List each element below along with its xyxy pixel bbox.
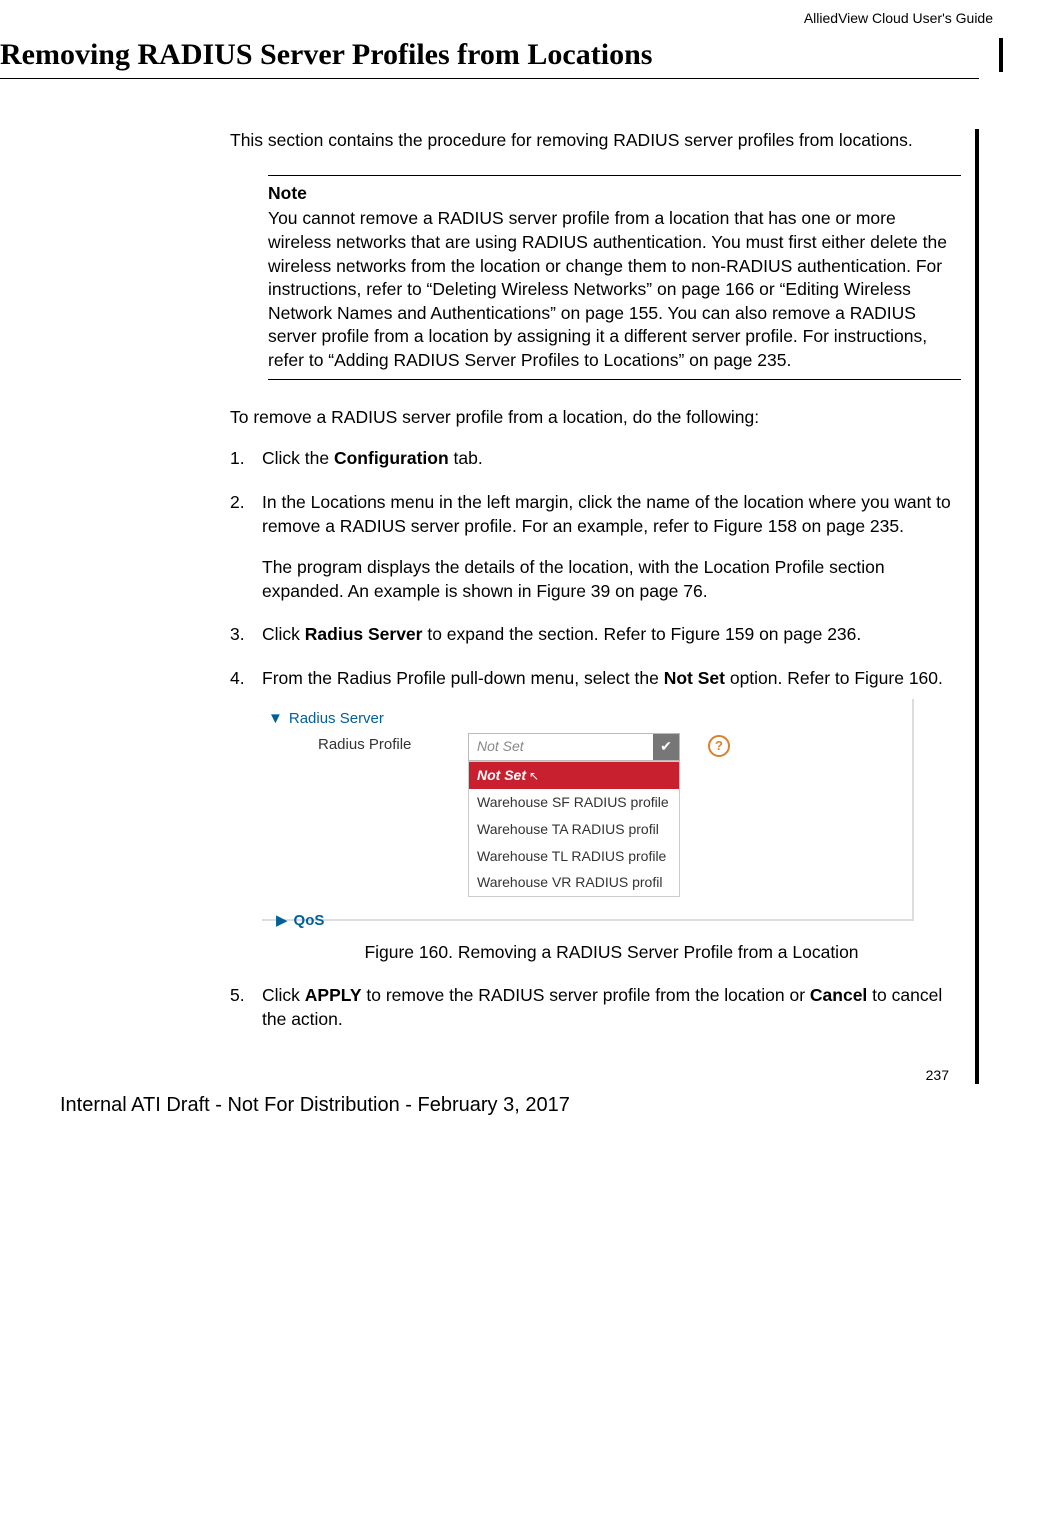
procedure-steps: Click the Configuration tab. In the Loca… (230, 447, 961, 1031)
header-guide-title: AlliedView Cloud User's Guide (0, 10, 993, 26)
note-container: Note You cannot remove a RADIUS server p… (268, 175, 961, 380)
step-4: From the Radius Profile pull-down menu, … (230, 667, 961, 964)
step-4-text-pre: From the Radius Profile pull-down menu, … (262, 668, 664, 688)
option-warehouse-sf[interactable]: Warehouse SF RADIUS profile (469, 789, 679, 816)
step-5: Click APPLY to remove the RADIUS server … (230, 984, 961, 1031)
step-4-text-post: option. Refer to Figure 160. (725, 668, 943, 688)
option-warehouse-vr[interactable]: Warehouse VR RADIUS profil (469, 869, 679, 896)
intro-paragraph: This section contains the procedure for … (230, 129, 961, 153)
step-3: Click Radius Server to expand the sectio… (230, 623, 961, 647)
figure-illustration: ▼ Radius Server Radius Profile Not Set ✔ (262, 699, 914, 921)
step-1-text-post: tab. (449, 448, 483, 468)
option-warehouse-ta[interactable]: Warehouse TA RADIUS profil (469, 816, 679, 843)
heading-rule (0, 78, 979, 79)
procedure-lead-in: To remove a RADIUS server profile from a… (230, 406, 961, 430)
chevron-down-icon: ▼ (268, 709, 283, 729)
note-text: You cannot remove a RADIUS server profil… (268, 207, 961, 372)
note-label: Note (268, 182, 961, 206)
footer-draft-notice: Internal ATI Draft - Not For Distributio… (60, 1094, 1003, 1117)
step-5-text-mid: to remove the RADIUS server profile from… (362, 985, 810, 1005)
step-3-bold: Radius Server (305, 624, 423, 644)
radius-profile-select[interactable]: Not Set ✔ (468, 733, 680, 761)
step-3-text-pre: Click (262, 624, 305, 644)
step-5-bold-cancel: Cancel (810, 985, 867, 1005)
step-1: Click the Configuration tab. (230, 447, 961, 471)
option-not-set[interactable]: Not Set↖ (469, 762, 679, 789)
cursor-icon: ↖ (529, 768, 539, 784)
note-rule-bottom (268, 379, 961, 380)
note-rule-top (268, 175, 961, 176)
step-5-text-pre: Click (262, 985, 305, 1005)
help-icon[interactable]: ? (708, 735, 730, 757)
step-2-text-a: In the Locations menu in the left margin… (262, 492, 951, 536)
radius-server-label: Radius Server (289, 709, 384, 729)
step-2-text-b: The program displays the details of the … (262, 556, 961, 603)
qos-label: QoS (294, 911, 325, 931)
step-1-bold: Configuration (334, 448, 449, 468)
step-3-text-post: to expand the section. Refer to Figure 1… (422, 624, 861, 644)
chevron-down-icon: ✔ (653, 734, 679, 760)
select-current-value: Not Set (469, 737, 653, 756)
radius-server-expander[interactable]: ▼ Radius Server (268, 709, 906, 729)
step-2: In the Locations menu in the left margin… (230, 491, 961, 604)
option-warehouse-tl[interactable]: Warehouse TL RADIUS profile (469, 843, 679, 870)
figure-160: ▼ Radius Server Radius Profile Not Set ✔ (262, 699, 961, 965)
option-not-set-label: Not Set (477, 767, 526, 783)
radius-profile-dropdown: Not Set↖ Warehouse SF RADIUS profile War… (468, 761, 680, 897)
step-1-text-pre: Click the (262, 448, 334, 468)
chevron-right-icon: ▶ (276, 911, 288, 931)
section-heading: Removing RADIUS Server Profiles from Loc… (0, 38, 1003, 72)
figure-caption: Figure 160. Removing a RADIUS Server Pro… (262, 941, 961, 965)
qos-expander[interactable]: ▶ QoS (276, 911, 906, 931)
step-5-bold-apply: APPLY (305, 985, 362, 1005)
page-number: 237 (230, 1066, 949, 1085)
step-4-bold: Not Set (664, 668, 725, 688)
radius-profile-label: Radius Profile (318, 733, 448, 755)
